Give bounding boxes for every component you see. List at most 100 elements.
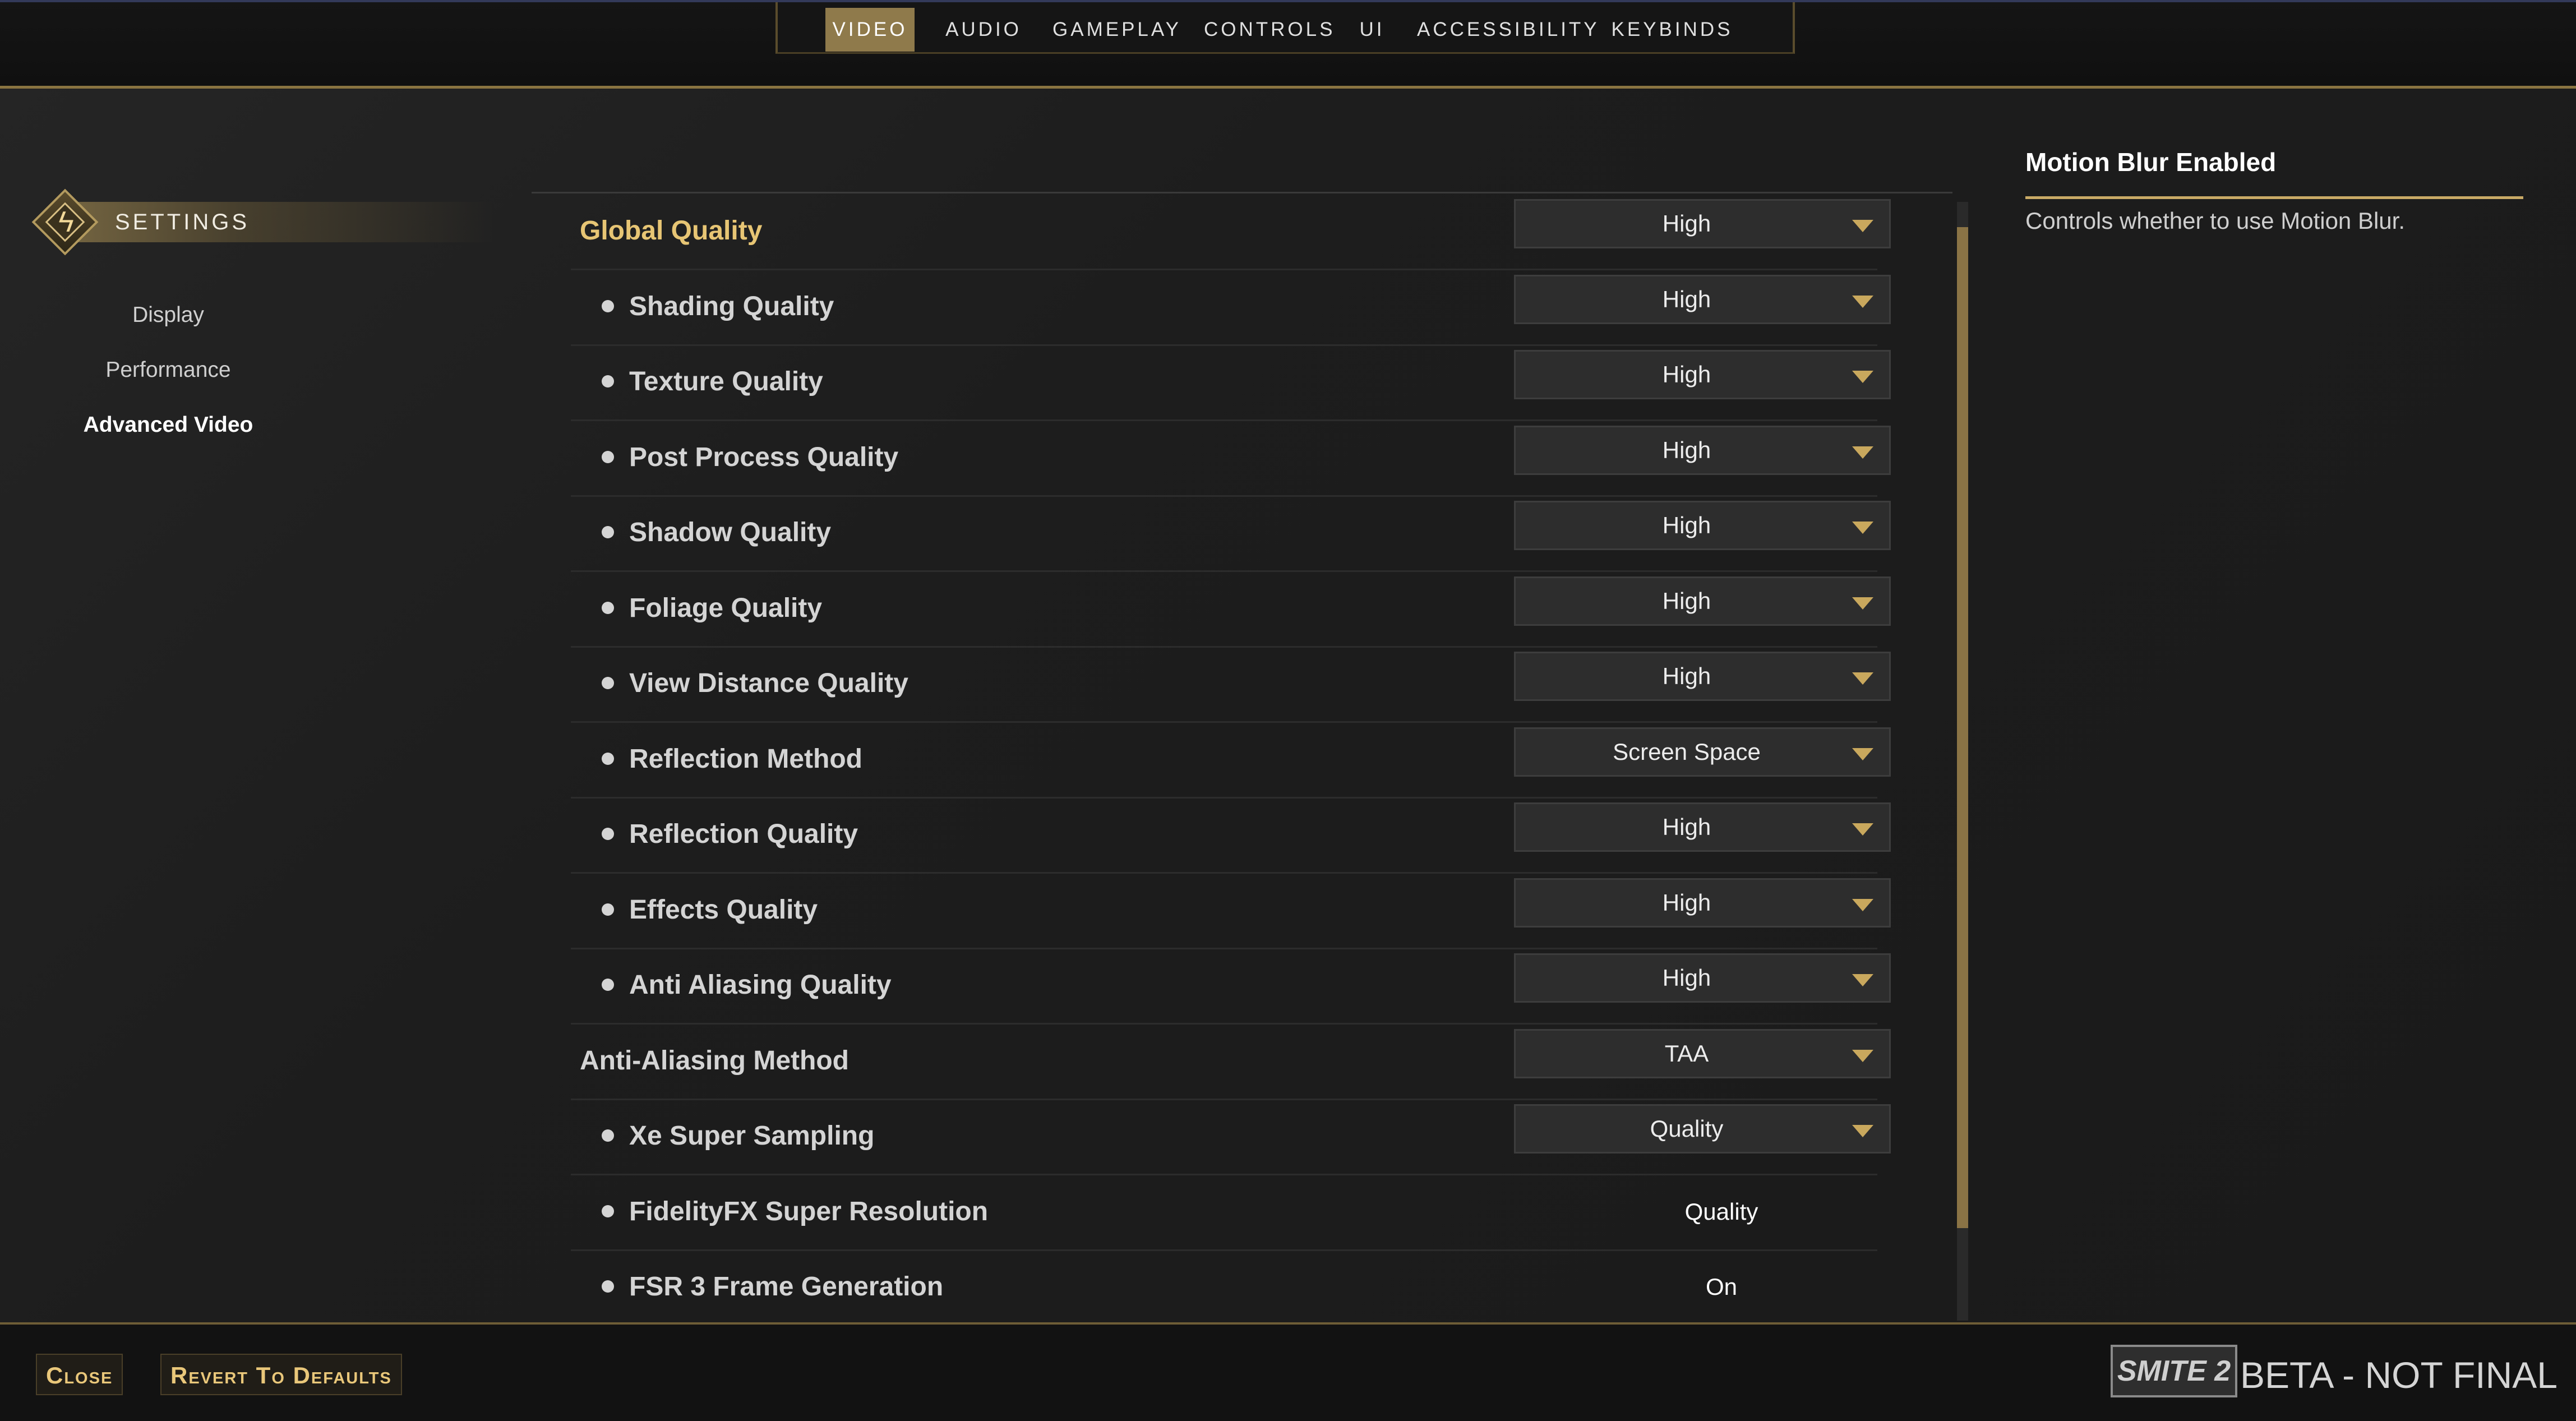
setting-label: Effects Quality <box>629 894 818 925</box>
close-button[interactable]: Close <box>36 1354 123 1395</box>
setting-dropdown[interactable]: High <box>1514 350 1891 399</box>
setting-row: Reflection Method Screen Space <box>571 722 1891 799</box>
chevron-down-icon <box>1852 1049 1873 1062</box>
bullet-icon <box>602 375 614 387</box>
setting-dropdown[interactable]: High <box>1514 953 1891 1003</box>
bullet-icon <box>602 299 614 312</box>
setting-label: Xe Super Sampling <box>629 1121 875 1151</box>
top-bar: VIDEO AUDIO GAMEPLAY CONTROLS UI ACCESSI… <box>0 0 2576 89</box>
bullet-icon <box>602 601 614 614</box>
setting-label: Reflection Quality <box>629 819 858 849</box>
setting-dropdown[interactable]: High <box>1514 652 1891 701</box>
setting-value[interactable]: Quality <box>1514 1174 1929 1249</box>
setting-label: Foliage Quality <box>629 593 823 623</box>
setting-row: View Distance Quality High <box>571 646 1891 723</box>
sidebar-item-advanced-video[interactable]: Advanced Video <box>34 413 303 437</box>
setting-row: Foliage Quality High <box>571 571 1891 648</box>
scrollbar-thumb[interactable] <box>1957 227 1968 1228</box>
tab-accessibility[interactable]: ACCESSIBILITY <box>1417 8 1597 52</box>
chevron-down-icon <box>1852 597 1873 610</box>
setting-label: Shadow Quality <box>629 518 832 547</box>
settings-header: ϟ SETTINGS <box>31 188 493 256</box>
setting-dropdown[interactable]: TAA <box>1514 1028 1891 1078</box>
setting-label: View Distance Quality <box>629 668 908 698</box>
dropdown-value: High <box>1662 512 1711 538</box>
chevron-down-icon <box>1852 974 1873 986</box>
chevron-down-icon <box>1852 522 1873 534</box>
tab-audio[interactable]: AUDIO <box>944 8 1023 52</box>
bullet-icon <box>602 1129 614 1142</box>
setting-row: Anti Aliasing Quality High <box>571 948 1891 1025</box>
setting-label: Global Quality <box>580 216 763 246</box>
dropdown-value: High <box>1662 285 1711 312</box>
setting-dropdown[interactable]: High <box>1514 802 1891 852</box>
bullet-icon <box>602 450 614 463</box>
settings-title: SETTINGS <box>115 210 250 234</box>
bullet-icon <box>602 526 614 538</box>
setting-row: Shading Quality High <box>571 269 1891 346</box>
bottom-bar: Close Revert To Defaults SMITE 2 BETA - … <box>0 1322 2576 1421</box>
chevron-down-icon <box>1852 898 1873 911</box>
setting-label: FSR 3 Frame Generation <box>629 1272 944 1302</box>
setting-value[interactable]: On <box>1514 1249 1929 1325</box>
chevron-down-icon <box>1852 1125 1873 1137</box>
setting-row: FSR 3 Frame Generation On <box>571 1249 1877 1326</box>
revert-to-defaults-button[interactable]: Revert To Defaults <box>160 1354 402 1395</box>
setting-dropdown[interactable]: High <box>1514 576 1891 626</box>
setting-row: Effects Quality High <box>571 873 1891 949</box>
bullet-icon <box>602 752 614 765</box>
setting-row: Texture Quality High <box>571 344 1891 421</box>
dropdown-value: TAA <box>1664 1040 1709 1067</box>
chevron-down-icon <box>1852 672 1873 685</box>
tab-gameplay[interactable]: GAMEPLAY <box>1052 8 1179 52</box>
chevron-down-icon <box>1852 748 1873 760</box>
setting-row: Shadow Quality High <box>571 495 1891 572</box>
dropdown-value: High <box>1662 814 1711 840</box>
smite2-logo: SMITE 2 <box>2111 1345 2237 1397</box>
sidebar-item-display[interactable]: Display <box>34 303 303 327</box>
setting-row: Post Process Quality High <box>571 420 1891 497</box>
tab-ui[interactable]: UI <box>1352 8 1392 52</box>
dropdown-value: Screen Space <box>1613 738 1761 765</box>
setting-label: Anti-Aliasing Method <box>580 1045 849 1076</box>
setting-dropdown[interactable]: High <box>1514 425 1891 475</box>
setting-dropdown[interactable]: High <box>1514 878 1891 928</box>
setting-dropdown[interactable]: Quality <box>1514 1104 1891 1154</box>
tab-bar: VIDEO AUDIO GAMEPLAY CONTROLS UI ACCESSI… <box>775 2 1795 54</box>
setting-row: Global Quality High <box>571 193 1891 270</box>
sidebar-item-performance[interactable]: Performance <box>34 358 303 382</box>
chevron-down-icon <box>1852 220 1873 232</box>
setting-label: Shading Quality <box>629 291 834 321</box>
setting-dropdown[interactable]: Screen Space <box>1514 727 1891 777</box>
chevron-down-icon <box>1852 295 1873 308</box>
beta-notice: BETA - NOT FINAL <box>2240 1354 2557 1396</box>
tab-video[interactable]: VIDEO <box>825 8 915 52</box>
help-description: Controls whether to use Motion Blur. <box>2025 207 2406 234</box>
tab-controls[interactable]: CONTROLS <box>1204 8 1332 52</box>
setting-dropdown[interactable]: High <box>1514 501 1891 550</box>
dropdown-value: High <box>1662 663 1711 689</box>
dropdown-value: High <box>1662 965 1711 991</box>
setting-dropdown[interactable]: High <box>1514 199 1891 248</box>
lightning-bolt-icon: ϟ <box>58 206 74 238</box>
chevron-down-icon <box>1852 446 1873 459</box>
help-divider <box>2025 196 2523 199</box>
setting-label: Post Process Quality <box>629 442 899 472</box>
dropdown-value: High <box>1662 587 1711 614</box>
setting-row: Xe Super Sampling Quality <box>571 1099 1891 1175</box>
bullet-icon <box>602 677 614 689</box>
setting-row: Reflection Quality High <box>571 797 1891 874</box>
bullet-icon <box>602 828 614 840</box>
setting-label: Reflection Method <box>629 744 862 774</box>
dropdown-value: High <box>1662 210 1711 237</box>
setting-row: FidelityFX Super Resolution Quality <box>571 1174 1877 1251</box>
chevron-down-icon <box>1852 371 1873 383</box>
setting-label: FidelityFX Super Resolution <box>629 1196 989 1226</box>
tab-keybinds[interactable]: KEYBINDS <box>1608 8 1737 52</box>
dropdown-value: Quality <box>1650 1115 1724 1142</box>
bullet-icon <box>602 979 614 991</box>
setting-dropdown[interactable]: High <box>1514 274 1891 324</box>
bullet-icon <box>602 1205 614 1217</box>
setting-label: Texture Quality <box>629 367 823 396</box>
bullet-icon <box>602 903 614 916</box>
